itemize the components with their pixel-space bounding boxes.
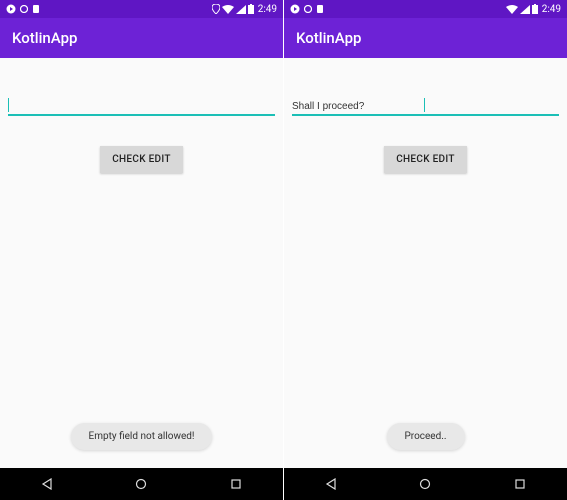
debug-icon: [6, 4, 16, 14]
location-icon: [212, 4, 220, 14]
nav-home-icon[interactable]: [419, 478, 431, 490]
status-bar: 2:49: [284, 0, 567, 18]
text-input[interactable]: [9, 101, 275, 114]
navigation-bar: [0, 468, 283, 500]
toast-message: Empty field not allowed!: [71, 423, 213, 450]
status-right: 2:49: [212, 4, 277, 15]
text-cursor: [424, 98, 425, 112]
content-area: CHECK EDIT Empty field not allowed!: [0, 58, 283, 468]
app-title: KotlinApp: [12, 29, 77, 47]
status-time: 2:49: [542, 4, 561, 15]
app-bar: KotlinApp: [284, 18, 567, 58]
wifi-icon: [506, 5, 518, 14]
status-left: [290, 4, 324, 14]
app-bar: KotlinApp: [0, 18, 283, 58]
nav-back-icon[interactable]: [325, 478, 337, 490]
content-area: CHECK EDIT Proceed..: [284, 58, 567, 468]
text-field[interactable]: [8, 94, 275, 116]
check-edit-button[interactable]: CHECK EDIT: [384, 146, 467, 173]
status-time: 2:49: [258, 4, 277, 15]
card-icon: [316, 4, 324, 14]
check-edit-button[interactable]: CHECK EDIT: [100, 146, 183, 173]
nav-home-icon[interactable]: [135, 478, 147, 490]
circle-icon: [304, 5, 312, 13]
signal-icon: [520, 5, 530, 14]
nav-recent-icon[interactable]: [514, 478, 526, 490]
navigation-bar: [284, 468, 567, 500]
phone-screen-left: 2:49 KotlinApp CHECK EDIT Empty field no…: [0, 0, 283, 500]
status-left: [6, 4, 40, 14]
battery-icon: [248, 4, 254, 14]
status-bar: 2:49: [0, 0, 283, 18]
debug-icon: [290, 4, 300, 14]
text-field[interactable]: [292, 94, 559, 116]
battery-icon: [532, 4, 538, 14]
circle-icon: [20, 5, 28, 13]
nav-back-icon[interactable]: [41, 478, 53, 490]
nav-recent-icon[interactable]: [230, 478, 242, 490]
status-right: 2:49: [506, 4, 561, 15]
signal-icon: [236, 5, 246, 14]
card-icon: [32, 4, 40, 14]
app-title: KotlinApp: [296, 29, 361, 47]
toast-message: Proceed..: [386, 423, 464, 450]
text-input[interactable]: [292, 101, 424, 114]
wifi-icon: [222, 5, 234, 14]
phone-screen-right: 2:49 KotlinApp CHECK EDIT Proceed..: [283, 0, 567, 500]
